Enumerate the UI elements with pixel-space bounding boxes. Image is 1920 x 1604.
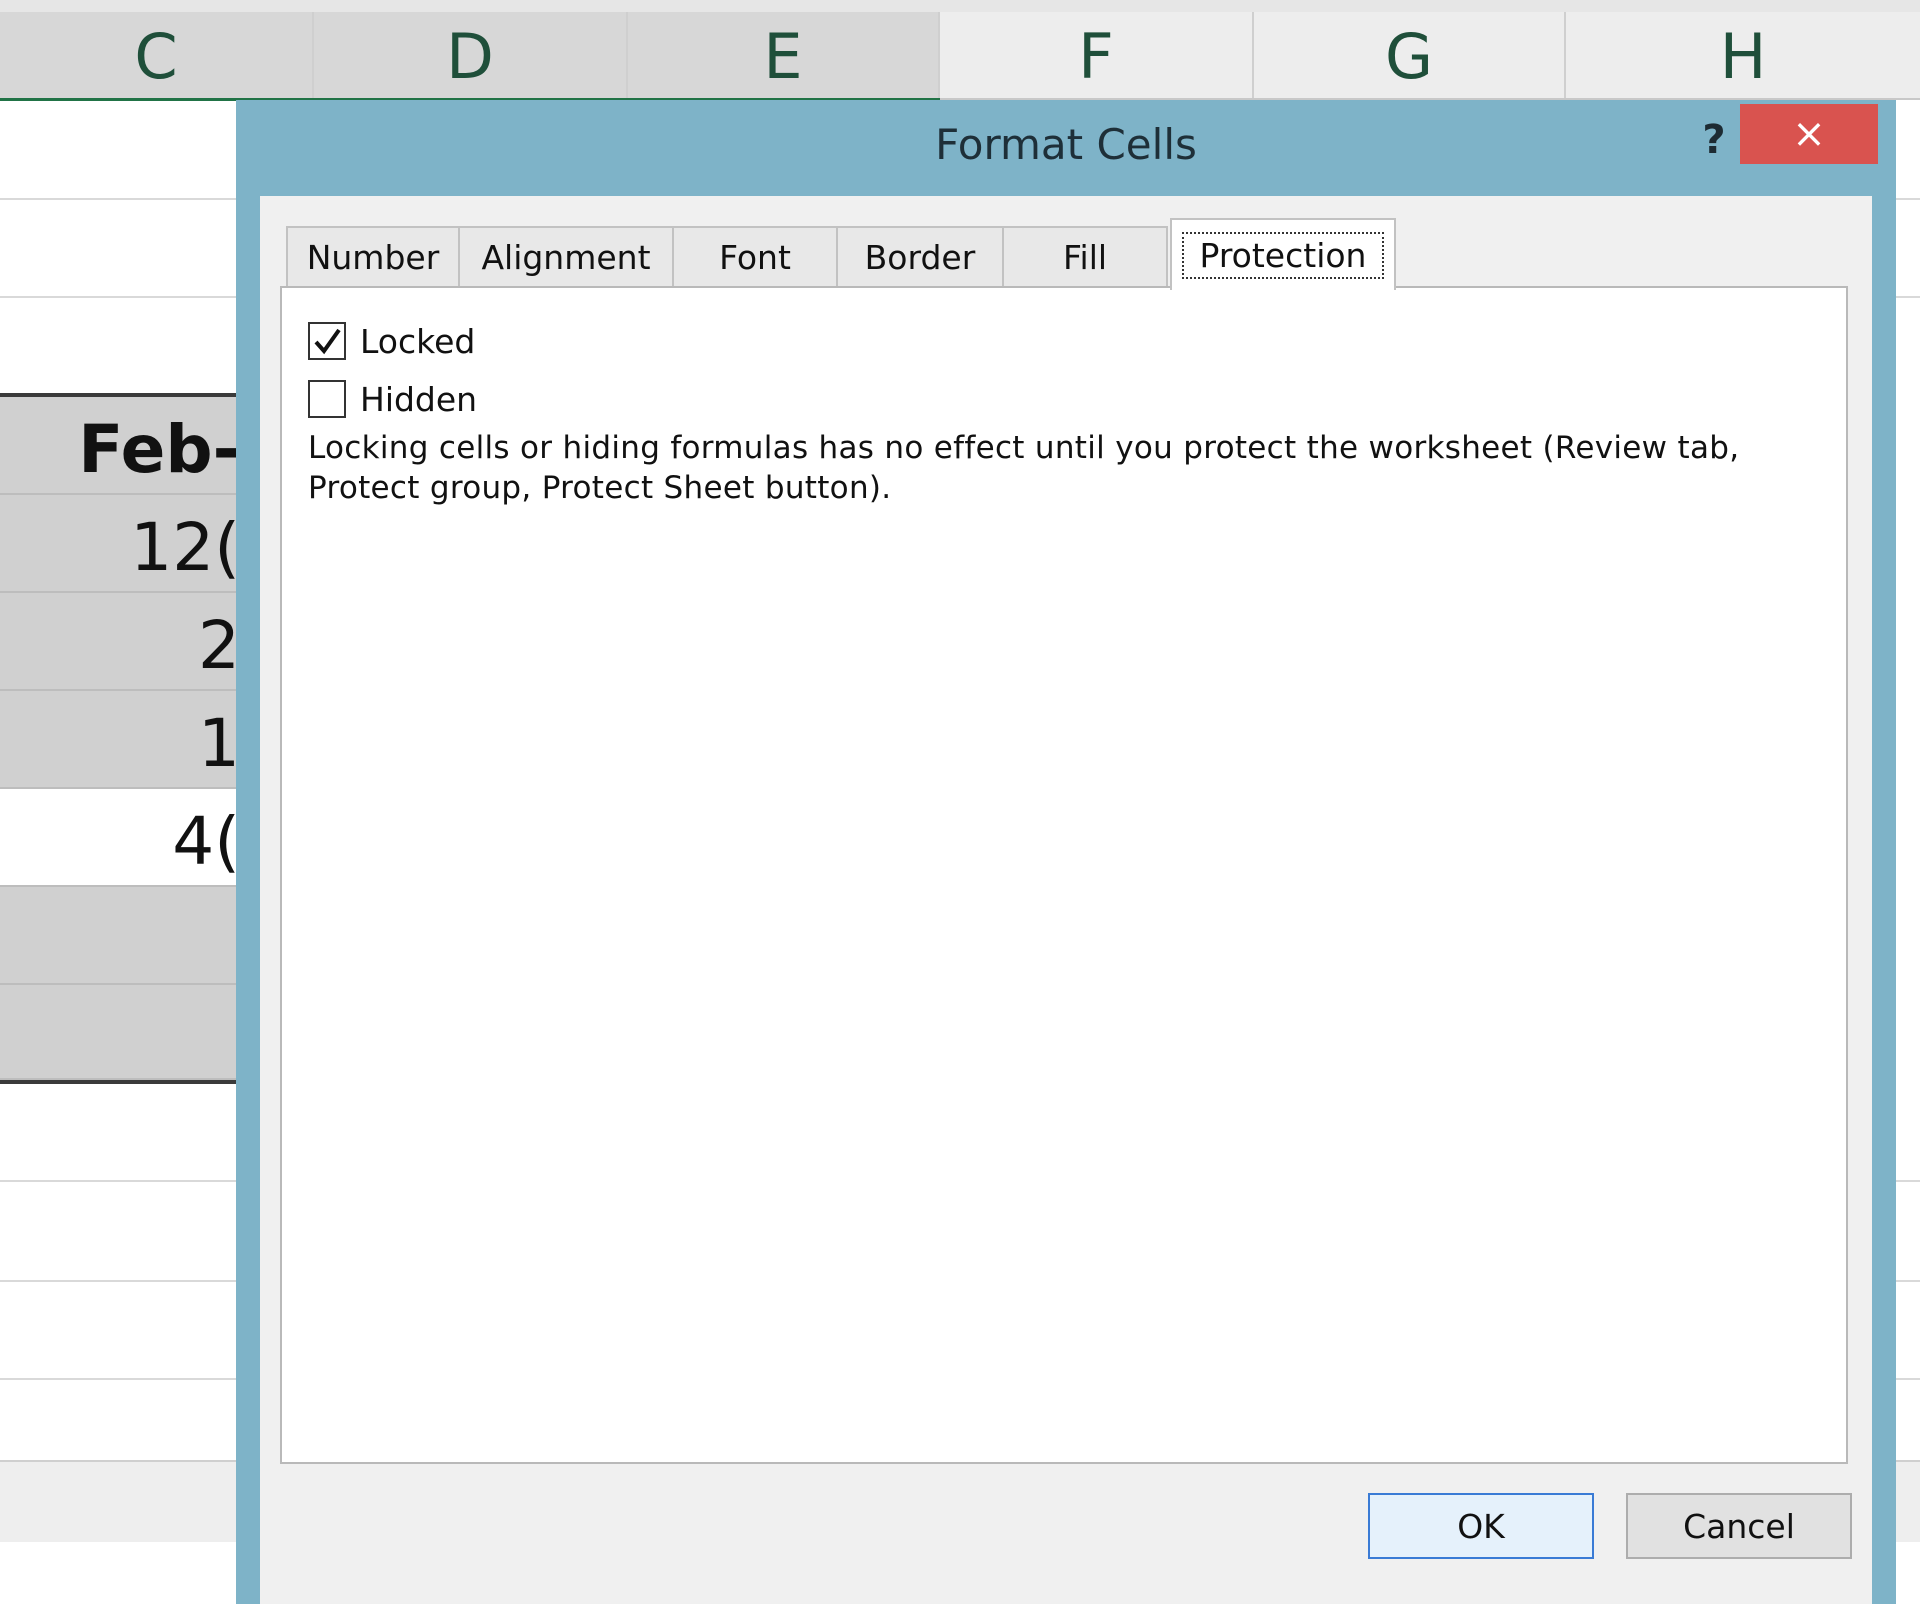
help-button[interactable]: ?	[1684, 110, 1744, 170]
cell-value: 1	[198, 705, 240, 782]
column-header-label: G	[1384, 19, 1434, 93]
close-icon: ×	[1792, 111, 1826, 157]
column-header-h[interactable]: H	[1566, 12, 1920, 100]
tab-alignment[interactable]: Alignment	[458, 226, 674, 286]
ok-button[interactable]: OK	[1368, 1493, 1594, 1559]
cell-value: 2	[198, 607, 240, 684]
tab-number[interactable]: Number	[286, 226, 460, 286]
column-header-label: F	[1078, 19, 1114, 93]
hidden-checkbox[interactable]	[308, 380, 346, 418]
format-cells-dialog: Format Cells ? × Number Alignment Font B…	[236, 100, 1896, 1604]
column-header-label: C	[134, 19, 178, 93]
cancel-button[interactable]: Cancel	[1626, 1493, 1852, 1559]
column-header-f[interactable]: F	[940, 12, 1254, 100]
close-button[interactable]: ×	[1740, 104, 1878, 164]
cancel-button-label: Cancel	[1683, 1506, 1795, 1546]
table-cell[interactable]: 1	[0, 691, 240, 789]
cell-value: 12(	[130, 509, 240, 586]
column-header-e[interactable]: E	[628, 12, 940, 100]
column-header-c[interactable]: C	[0, 12, 314, 100]
table-cell[interactable]	[0, 887, 240, 985]
tab-border[interactable]: Border	[836, 226, 1004, 286]
question-icon: ?	[1702, 117, 1726, 163]
tab-font[interactable]: Font	[672, 226, 838, 286]
tab-fill[interactable]: Fill	[1002, 226, 1168, 286]
checkmark-icon	[314, 328, 341, 355]
tab-label: Border	[864, 237, 976, 277]
protection-note: Locking cells or hiding formulas has no …	[308, 430, 1740, 506]
cell-value: Feb-	[78, 411, 240, 488]
locked-label[interactable]: Locked	[360, 322, 475, 361]
tab-label: Protection	[1181, 231, 1385, 279]
hidden-label[interactable]: Hidden	[360, 380, 477, 419]
cell-value: 4(	[172, 803, 240, 880]
table-cell-active[interactable]: 4(	[0, 789, 240, 887]
table-cell[interactable]: 12(	[0, 495, 240, 593]
table-cell[interactable]: 2	[0, 593, 240, 691]
table-border-bottom	[0, 1080, 240, 1084]
protection-tab-panel: Locked Hidden Locking cells or hiding fo…	[280, 286, 1848, 1464]
table-cell[interactable]: Feb-	[0, 397, 240, 495]
column-header-label: H	[1719, 19, 1767, 93]
dialog-title: Format Cells	[935, 120, 1197, 169]
column-header-label: D	[446, 19, 494, 93]
column-header-g[interactable]: G	[1254, 12, 1566, 100]
ok-button-label: OK	[1457, 1506, 1505, 1546]
column-header-label: E	[763, 19, 803, 93]
column-header-top-strip	[0, 0, 1920, 12]
tab-label: Alignment	[481, 237, 651, 277]
tab-label: Number	[306, 237, 440, 277]
locked-checkbox[interactable]	[308, 322, 346, 360]
tab-label: Font	[719, 237, 791, 277]
table-cell[interactable]	[0, 985, 240, 1080]
tab-protection[interactable]: Protection	[1170, 218, 1396, 290]
column-header-d[interactable]: D	[314, 12, 628, 100]
tab-label: Fill	[1062, 237, 1108, 277]
